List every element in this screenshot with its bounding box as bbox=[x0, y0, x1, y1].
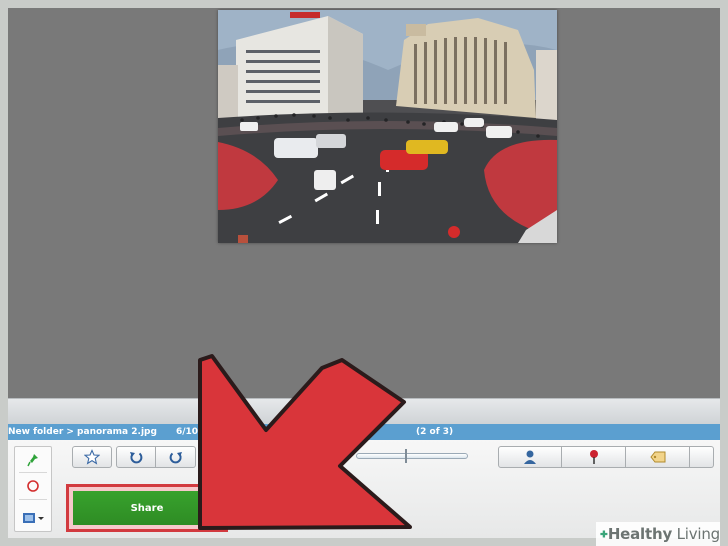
actual-size-button[interactable] bbox=[214, 446, 250, 468]
tag-icon bbox=[649, 451, 665, 463]
brand-name: Healthy Living bbox=[608, 525, 720, 543]
plus-logo-icon bbox=[600, 530, 608, 538]
brand-watermark: Healthy Living bbox=[596, 522, 720, 546]
rotate-left-button[interactable] bbox=[116, 446, 156, 468]
breadcrumb[interactable]: New folder > panorama 2.jpg bbox=[8, 424, 157, 440]
view-dropdown-button[interactable] bbox=[15, 507, 51, 529]
export-button[interactable]: Export bbox=[362, 512, 395, 523]
rotate-left-icon bbox=[130, 452, 143, 464]
zoom-slider[interactable] bbox=[356, 449, 468, 463]
person-icon bbox=[524, 450, 536, 464]
zoom-slider-thumb[interactable] bbox=[405, 449, 407, 463]
green-pin-button[interactable] bbox=[15, 449, 51, 471]
panorama-photo[interactable] bbox=[218, 10, 557, 243]
info-more-button[interactable] bbox=[690, 446, 714, 468]
window-title: Mak bbox=[330, 403, 353, 416]
star-icon bbox=[84, 449, 100, 465]
window-title-bar: Mak bbox=[8, 398, 720, 424]
email-button[interactable]: Email bbox=[245, 512, 273, 523]
tag-panel bbox=[14, 446, 52, 532]
file-info-bar: New folder > panorama 2.jpg 6/10/2014 7:… bbox=[8, 424, 720, 440]
geotag-button[interactable] bbox=[562, 446, 626, 468]
info-button-group bbox=[498, 446, 714, 468]
people-tag-button[interactable] bbox=[498, 446, 562, 468]
red-circle-icon bbox=[27, 480, 39, 492]
red-eye-button[interactable] bbox=[15, 475, 51, 497]
map-pin-icon bbox=[589, 450, 598, 464]
share-highlight: Share bbox=[66, 484, 228, 532]
file-date: 6/10/2014 7:11:04 P bbox=[176, 427, 278, 437]
print-button[interactable]: Print bbox=[307, 512, 330, 523]
share-button[interactable]: Share bbox=[73, 491, 221, 525]
green-pin-icon bbox=[27, 454, 38, 467]
rotate-right-button[interactable] bbox=[156, 446, 196, 468]
street-scene-image bbox=[218, 10, 557, 243]
photo-viewer bbox=[8, 0, 720, 398]
fit-screen-icon bbox=[225, 451, 239, 463]
brand-name-light: Living bbox=[672, 525, 721, 543]
monitor-dropdown-icon bbox=[23, 513, 44, 523]
tag-button[interactable] bbox=[626, 446, 690, 468]
favorite-button[interactable] bbox=[72, 446, 112, 468]
brand-name-bold: Healthy bbox=[607, 525, 673, 543]
rotate-right-icon bbox=[169, 452, 182, 464]
photo-counter: (2 of 3) bbox=[416, 427, 454, 437]
